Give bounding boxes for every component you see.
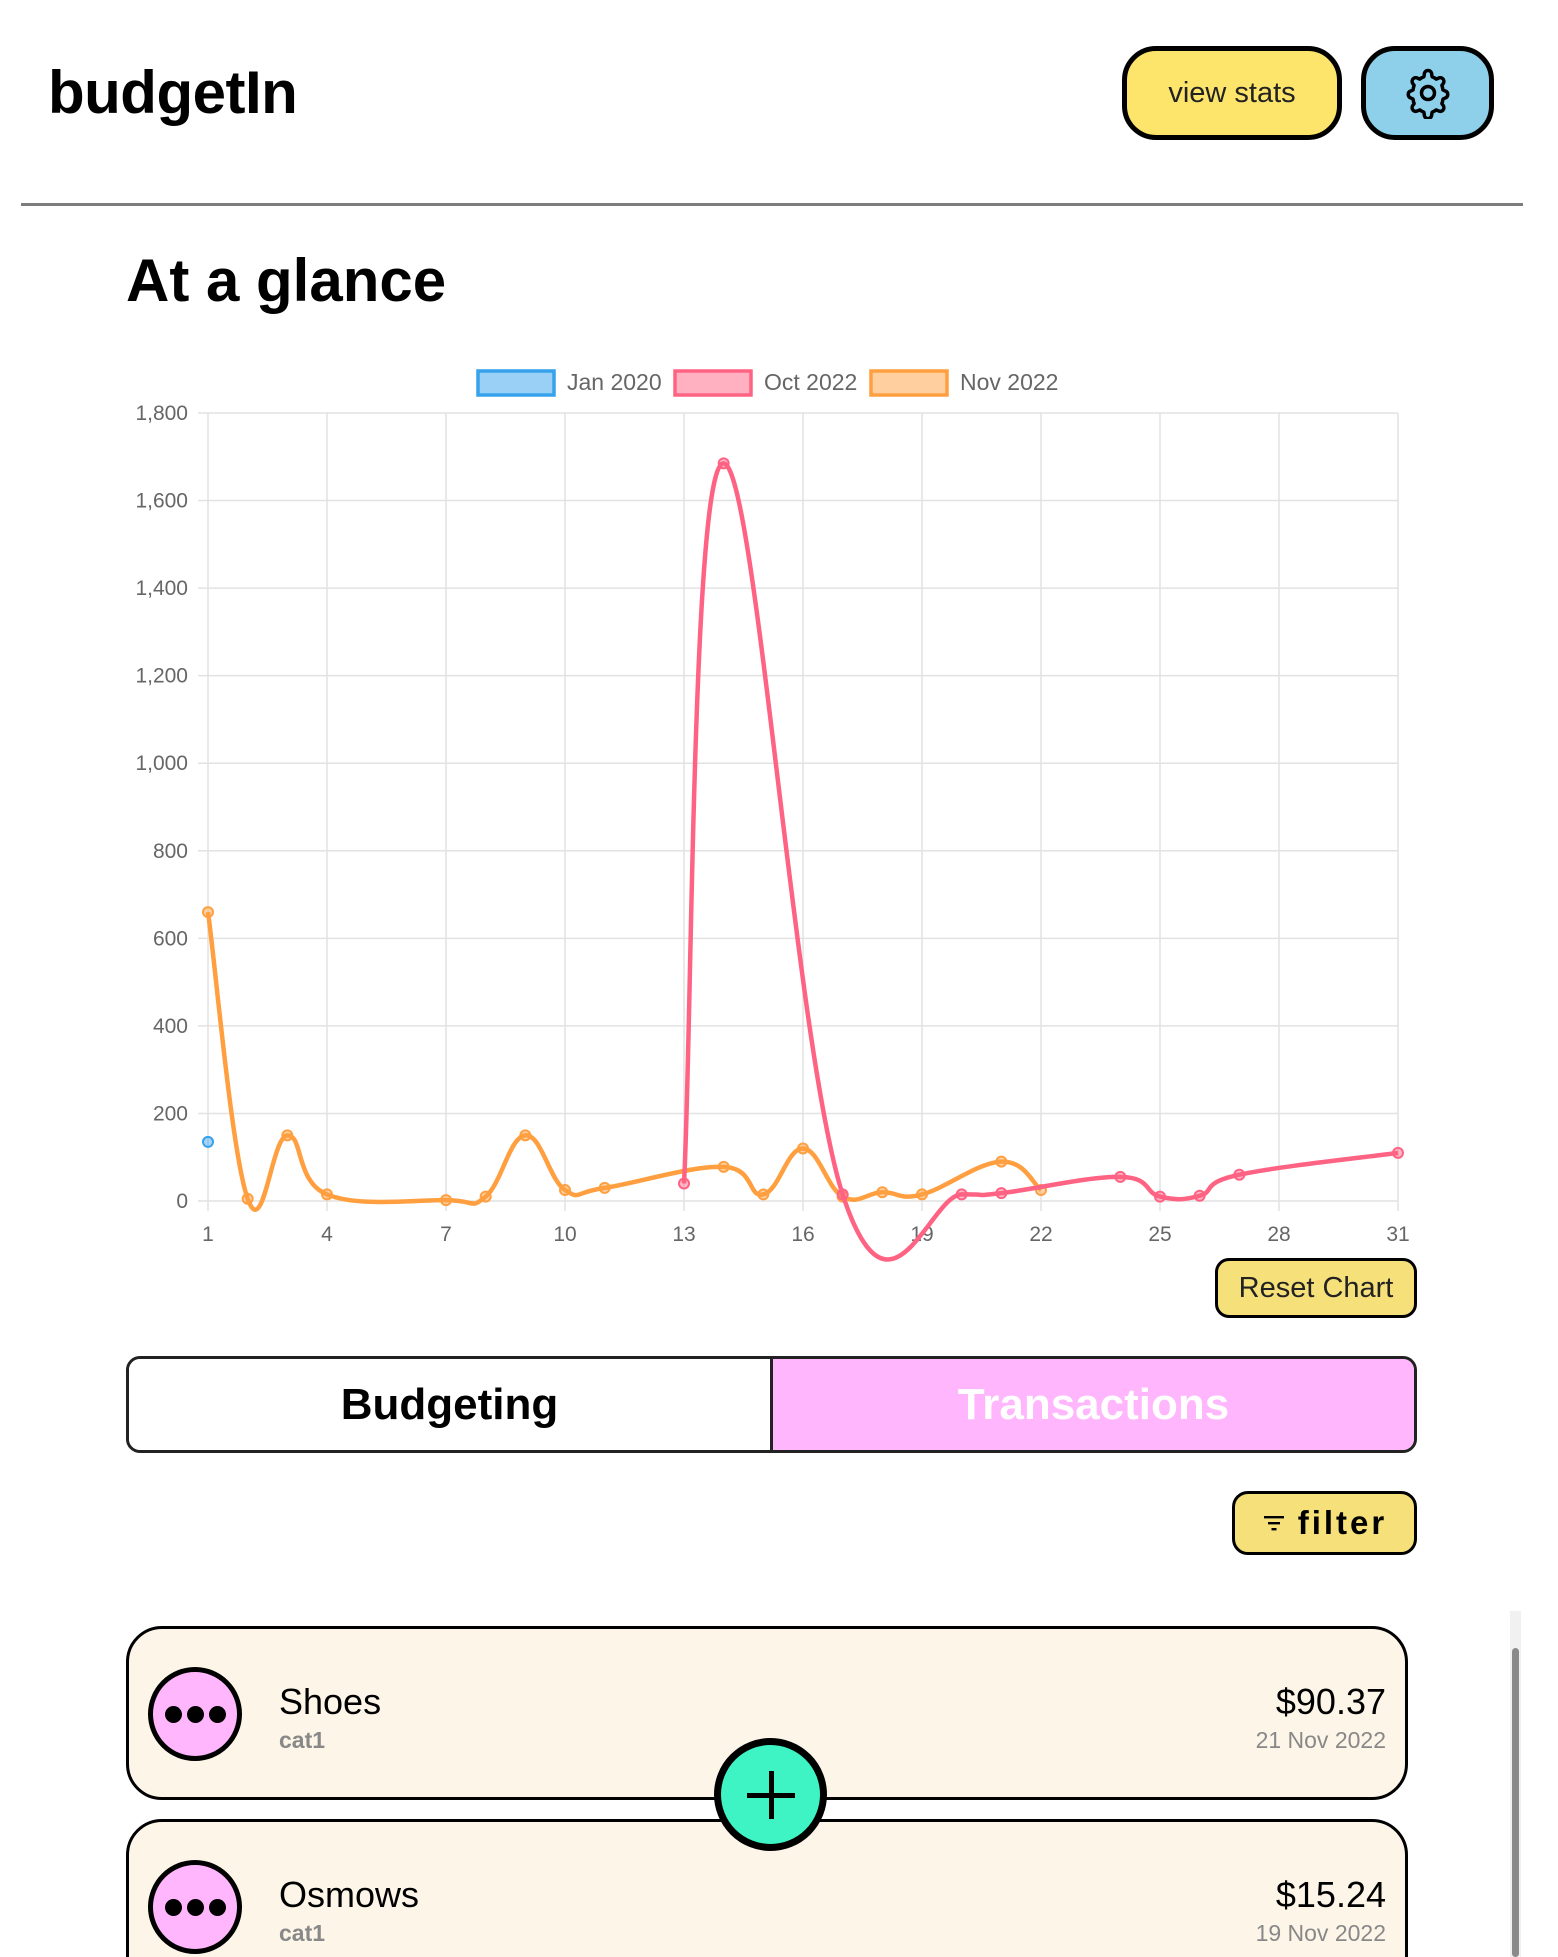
data-point-nov-2022	[598, 1181, 611, 1194]
data-point-oct-2022	[717, 457, 730, 470]
transaction-name: Osmows	[279, 1874, 420, 1915]
data-point-nov-2022	[241, 1192, 254, 1205]
data-point-oct-2022	[955, 1188, 968, 1201]
legend-label: Jan 2020	[567, 369, 662, 395]
more-dots-icon	[164, 1898, 182, 1916]
filter-lines-icon	[1263, 1516, 1284, 1531]
reset-chart-button[interactable]: Reset Chart	[1215, 1258, 1417, 1318]
data-point-oct-2022	[1114, 1170, 1127, 1183]
transaction-category: cat1	[279, 1727, 326, 1753]
more-dots-icon-dot	[208, 1898, 226, 1916]
more-dots-icon-dot	[186, 1705, 204, 1723]
data-point-nov-2022	[202, 906, 214, 919]
x-tick-label: 13	[672, 1223, 695, 1246]
data-point-nov-2022	[479, 1190, 492, 1203]
data-point-nov-2022	[797, 1142, 809, 1155]
y-tick-label: 200	[153, 1102, 188, 1125]
y-tick-label: 1,600	[135, 490, 188, 513]
data-point-jan-2020	[202, 1135, 214, 1148]
data-point-nov-2022	[916, 1188, 928, 1201]
data-point-nov-2022	[717, 1160, 730, 1173]
series-line-nov-2022	[205, 911, 1043, 1212]
x-tick-label: 22	[1029, 1223, 1052, 1246]
data-point-nov-2022	[519, 1129, 532, 1142]
y-tick-label: 800	[153, 840, 188, 863]
add-transaction-button[interactable]	[714, 1738, 827, 1851]
view-tabs: Budgeting Transactions	[126, 1356, 1417, 1453]
transaction-category: cat1	[279, 1920, 326, 1946]
legend-swatch	[476, 369, 556, 397]
x-tick-label: 7	[440, 1223, 452, 1246]
data-point-oct-2022	[678, 1177, 690, 1190]
transaction-date: 21 Nov 2022	[1255, 1727, 1386, 1753]
filter-label: filter	[1297, 1504, 1388, 1541]
filter-button[interactable]: filter	[1232, 1491, 1417, 1555]
more-dots-icon-dot	[208, 1705, 226, 1723]
legend-label: Oct 2022	[764, 369, 857, 395]
transaction-amount: $15.24	[1275, 1874, 1386, 1915]
data-point-oct-2022	[995, 1187, 1008, 1200]
plus-icon	[746, 1770, 795, 1819]
data-point-nov-2022	[281, 1129, 294, 1142]
data-point-nov-2022	[321, 1188, 333, 1201]
x-tick-label: 31	[1386, 1223, 1409, 1246]
data-point-oct-2022	[1392, 1146, 1404, 1159]
tab-budgeting[interactable]: Budgeting	[129, 1359, 773, 1450]
data-point-oct-2022	[1193, 1189, 1206, 1202]
y-tick-label: 0	[176, 1190, 188, 1213]
y-tick-label: 1,000	[135, 752, 188, 775]
x-tick-label: 28	[1267, 1223, 1290, 1246]
data-point-nov-2022	[440, 1194, 452, 1207]
y-tick-label: 600	[153, 927, 188, 950]
legend-swatch	[673, 369, 753, 397]
tab-transactions[interactable]: Transactions	[773, 1359, 1414, 1450]
y-tick-label: 400	[153, 1015, 188, 1038]
x-tick-label: 25	[1148, 1223, 1171, 1246]
data-point-nov-2022	[757, 1188, 770, 1201]
more-dots-icon	[164, 1705, 182, 1723]
data-point-oct-2022	[1233, 1168, 1246, 1181]
x-tick-label: 1	[202, 1223, 214, 1246]
x-tick-label: 10	[553, 1223, 576, 1246]
more-dots-icon-dot	[186, 1898, 204, 1916]
y-tick-label: 1,400	[135, 577, 188, 600]
y-tick-label: 1,200	[135, 665, 188, 688]
transaction-menu-button[interactable]	[148, 1667, 242, 1761]
transaction-menu-button[interactable]	[148, 1860, 242, 1954]
x-tick-label: 16	[791, 1223, 814, 1246]
data-point-nov-2022	[995, 1155, 1008, 1168]
y-tick-label: 1,800	[135, 402, 188, 425]
data-point-oct-2022	[1154, 1190, 1166, 1203]
transaction-amount: $90.37	[1275, 1681, 1386, 1722]
spending-line-chart[interactable]: 1 4 7 10 13 16 19 22 25 28 3102004006008001,0001,2…	[0, 0, 1558, 1300]
legend-swatch	[869, 369, 949, 397]
data-point-oct-2022	[836, 1188, 849, 1201]
data-point-nov-2022	[876, 1186, 889, 1199]
transaction-name: Shoes	[279, 1681, 382, 1722]
data-point-nov-2022	[559, 1184, 571, 1197]
scrollbar-thumb[interactable]	[1512, 1648, 1519, 1957]
legend-label: Nov 2022	[960, 369, 1058, 395]
x-tick-label: 4	[321, 1223, 333, 1246]
transaction-date: 19 Nov 2022	[1255, 1920, 1386, 1946]
